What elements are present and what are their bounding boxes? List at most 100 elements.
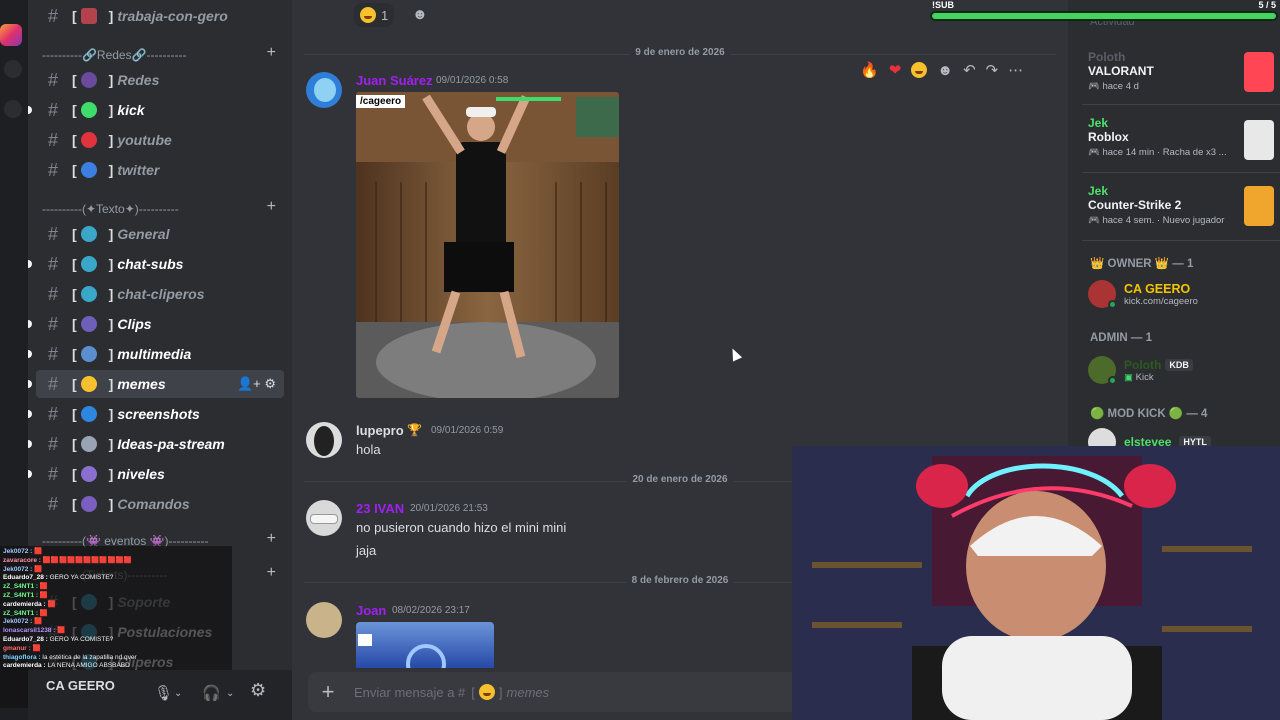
chevron-down-icon[interactable]: ⌄ <box>174 688 182 699</box>
bracket: ] <box>108 286 114 302</box>
channel-label: youtube <box>117 132 172 148</box>
member-row[interactable]: Poloth KDB ▣ Kick <box>1088 356 1193 385</box>
unread-indicator <box>28 106 32 114</box>
channel-item[interactable]: # [] twitter <box>36 156 284 184</box>
video-embed[interactable]: /cageero <box>356 92 619 398</box>
stream-chat-text: 🟥 <box>47 600 56 608</box>
message-text: jaja <box>356 543 377 558</box>
channel-item[interactable]: # [] Comandos <box>36 490 284 518</box>
channel-item[interactable]: # [] memes 👤+ ⚙ <box>28 370 284 398</box>
headphones-icon[interactable]: 🎧 <box>202 684 221 702</box>
image-embed[interactable] <box>356 622 494 668</box>
microphone-icon[interactable]: 🎙 <box>154 684 173 702</box>
divider <box>1082 172 1280 173</box>
stream-chat-line: thiagoflora : la estética de la zapatill… <box>3 654 229 663</box>
category-redes[interactable]: ----------🔗Redes🔗---------- + <box>42 44 282 64</box>
laughing-emoji-icon[interactable] <box>911 62 928 78</box>
channel-label: Comandos <box>117 496 190 512</box>
stream-chat-line: gmanur : 🟥 <box>3 645 229 654</box>
add-reaction-icon[interactable]: ☻ <box>412 6 428 23</box>
avatar[interactable] <box>306 500 342 536</box>
activity-card[interactable]: Poloth VALORANT 🎮 hace 4 d <box>1088 50 1274 92</box>
channel-label: screenshots <box>117 406 200 422</box>
member-row[interactable]: elstevee HYTL <box>1088 428 1211 446</box>
avatar[interactable] <box>306 72 342 108</box>
avatar[interactable] <box>306 422 342 458</box>
add-channel-icon[interactable]: + <box>267 198 276 216</box>
heart-emoji-icon[interactable]: ❤ <box>889 61 902 79</box>
channel-label: twitter <box>117 162 160 178</box>
channel-label: kick <box>117 102 145 118</box>
channel-item[interactable]: # [] Redes <box>36 66 284 94</box>
stream-chat-line: zZ_S4NT1 : 🟥 <box>3 592 229 601</box>
activity-card[interactable]: Jek Roblox 🎮 hace 14 min · Racha de x3 .… <box>1088 116 1274 160</box>
channel-item[interactable]: # [] multimedia <box>28 340 284 368</box>
reaction-laughing[interactable]: 1 <box>354 3 395 27</box>
chevron-down-icon[interactable]: ⌄ <box>226 688 234 699</box>
member-status: Kick <box>1135 371 1154 383</box>
sub-goal-track <box>930 11 1278 21</box>
bracket: ] <box>108 226 114 242</box>
settings-gear-icon[interactable]: ⚙ <box>250 680 266 701</box>
message-author[interactable]: 23 IVAN <box>356 501 404 516</box>
channel-emoji-icon <box>80 256 97 272</box>
category-header[interactable]: ----------(✦Texto✦)---------- + <box>42 198 282 218</box>
webcam-overlay <box>792 446 1280 720</box>
message-author[interactable]: lupepro <box>356 423 404 438</box>
role-icon: 🏆 <box>407 423 422 437</box>
reply-icon[interactable]: ↶ <box>963 61 976 79</box>
bracket: [ <box>72 72 77 88</box>
channel-emoji-icon <box>80 8 97 24</box>
channel-emoji-icon <box>80 466 97 482</box>
channel-item[interactable]: # [] chat-subs <box>28 250 284 278</box>
hash-icon: # <box>47 5 58 26</box>
avatar <box>1088 428 1116 446</box>
activity-card[interactable]: Jek Counter-Strike 2 🎮 hace 4 sem. · Nue… <box>1088 184 1274 226</box>
stream-chat-text: 🟥 <box>32 644 41 652</box>
avatar[interactable] <box>306 602 342 638</box>
add-attachment-icon[interactable]: + <box>308 679 348 705</box>
add-channel-icon[interactable]: + <box>267 564 276 582</box>
fire-emoji-icon[interactable]: 🔥 <box>860 61 879 79</box>
bracket: [ <box>72 256 77 272</box>
member-row[interactable]: CA GEERO kick.com/cageero <box>1088 280 1198 309</box>
channel-item[interactable]: # [] General <box>36 220 284 248</box>
laughing-emoji-icon <box>478 684 495 700</box>
activity-extra: Nuevo jugador <box>1162 215 1225 226</box>
server-icon[interactable] <box>4 60 22 78</box>
instagram-icon[interactable] <box>0 24 22 46</box>
role-header: ADMIN — 1 <box>1090 332 1152 344</box>
more-options-icon[interactable]: ⋯ <box>1008 61 1023 79</box>
message-author[interactable]: Joan <box>356 603 386 618</box>
sub-goal-overlay: !SUB 5 / 5 <box>928 0 1280 24</box>
channel-item[interactable]: # [] kick <box>28 96 284 124</box>
channel-item[interactable]: # [] chat-cliperos <box>36 280 284 308</box>
add-channel-icon[interactable]: + <box>267 530 276 548</box>
channel-item[interactable]: # [] screenshots <box>28 400 284 428</box>
message-author[interactable]: Juan Suárez <box>356 73 433 88</box>
channel-item[interactable]: # [] youtube <box>36 126 284 154</box>
forward-icon[interactable]: ↷ <box>986 61 999 79</box>
message-timestamp: 08/02/2026 23:17 <box>392 605 470 616</box>
game-controller-icon: 🎮 <box>1088 81 1103 92</box>
bracket: [ <box>72 162 77 178</box>
stream-chat-text: 🟥 <box>34 548 43 555</box>
stream-chat-text: la estética de la zapatilla nd qver <box>42 653 137 661</box>
add-channel-icon[interactable]: + <box>267 44 276 62</box>
bracket: ] <box>108 8 114 24</box>
member-badge: KDB <box>1165 358 1193 371</box>
valorant-icon <box>1244 52 1274 92</box>
server-icon[interactable] <box>4 100 22 118</box>
hash-icon: # <box>47 463 58 484</box>
channel-settings-icon[interactable]: 👤+ ⚙ <box>237 376 276 392</box>
channel-item[interactable]: # [] Ideas-pa-stream <box>28 430 284 458</box>
channel-emoji-icon <box>80 436 97 452</box>
add-reaction-icon[interactable]: ☻ <box>937 62 953 79</box>
category-label: ----------(✦Texto✦)---------- <box>42 202 179 216</box>
stream-chat-text: GERO YA COMISTE? <box>49 574 114 582</box>
channel-item[interactable]: # [] Clips <box>28 310 284 338</box>
bracket: ] <box>108 72 114 88</box>
channel-item[interactable]: # [] niveles <box>28 460 284 488</box>
message-text: hola <box>356 442 381 457</box>
channel-trabaja-con-gero[interactable]: # [ ] trabaja-con-gero <box>36 2 284 30</box>
